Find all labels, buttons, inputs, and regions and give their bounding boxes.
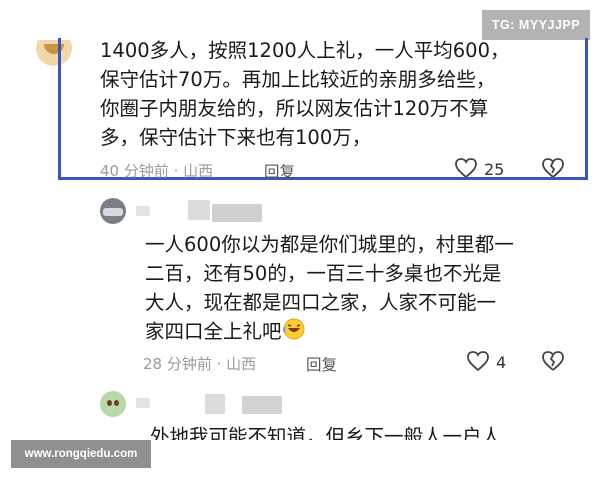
comment-1-time-location: 40 分钟前 · 山西 — [100, 162, 214, 180]
blurred-username — [205, 394, 225, 414]
comment-2-like-count: 4 — [496, 353, 507, 372]
heart-outline-icon[interactable] — [466, 350, 490, 372]
blurred-username — [242, 396, 282, 414]
comment-1-like-count: 25 — [484, 160, 505, 179]
rolling-laugh-emoji — [282, 318, 305, 340]
blurred-username — [188, 200, 210, 220]
comment-2-line-1: 一人600你以为都是你们城里的，村里都一 — [145, 233, 514, 256]
site-watermark: www.rongqiedu.com — [11, 440, 151, 468]
commenter-avatar-2[interactable] — [100, 198, 126, 224]
broken-heart-icon[interactable] — [541, 350, 565, 372]
blurred-username — [136, 206, 150, 216]
comment-3-line-1: 外地我可能不知道，但乡下一般人一户人 — [150, 425, 502, 440]
avatar-car-icon — [103, 208, 123, 216]
blurred-username — [136, 398, 150, 408]
comment-1-line-2: 保守估计70万。再加上比较近的亲朋多给些， — [100, 68, 496, 91]
commenter-avatar-3[interactable] — [100, 391, 126, 417]
comment-1-line-1: 1400多人，按照1200人上礼，一人平均600， — [100, 39, 510, 62]
comment-1-line-4: 多，保守估计下来也有100万， — [100, 126, 372, 149]
avatar-face-icon — [114, 400, 119, 406]
comment-1-reply-button[interactable]: 回复 — [264, 160, 295, 182]
comment-2-time-location: 28 分钟前 · 山西 — [143, 355, 257, 373]
blurred-username — [212, 204, 262, 222]
comment-2-line-2: 二百，还有50的，一百三十多桌也不光是 — [145, 262, 502, 285]
comment-2-reply-button[interactable]: 回复 — [306, 353, 337, 375]
avatar-face-icon — [107, 400, 112, 406]
heart-outline-icon[interactable] — [454, 157, 478, 179]
broken-heart-icon[interactable] — [541, 157, 565, 179]
comment-2-line-4: 家四口全上礼吧 — [145, 317, 306, 346]
comment-1-line-3: 你圈子内朋友给的，所以网友估计120万不算 — [100, 97, 489, 120]
comment-2-line-3: 大人，现在都是四口之家，人家不可能一 — [145, 291, 497, 314]
